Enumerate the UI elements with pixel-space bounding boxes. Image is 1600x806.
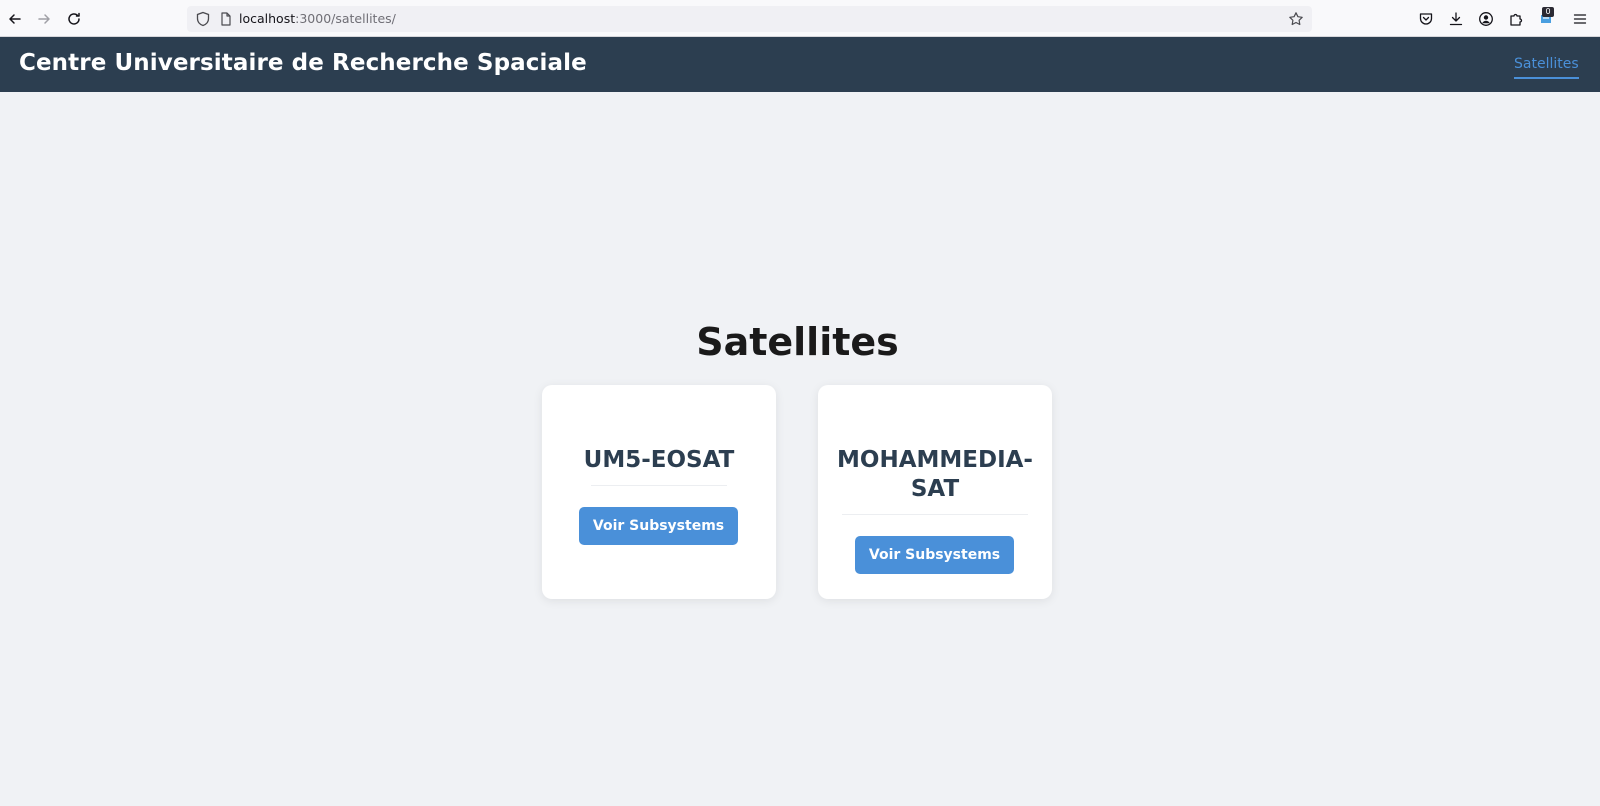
view-subsystems-button[interactable]: Voir Subsystems (579, 507, 738, 545)
account-button[interactable] (1476, 9, 1496, 29)
address-bar[interactable]: localhost:3000/satellites/ (187, 6, 1312, 32)
puzzle-icon (1510, 13, 1523, 26)
nav-link-satellites[interactable]: Satellites (1514, 56, 1579, 79)
site-title[interactable]: Centre Universitaire de Recherche Spacia… (19, 50, 587, 76)
satellite-card: MOHAMMEDIA- SAT Voir Subsystems (818, 385, 1052, 599)
card-divider (842, 514, 1028, 515)
satellite-card: UM5-EOSAT Voir Subsystems (542, 385, 776, 599)
satellite-name-line1: MOHAMMEDIA- (837, 447, 1033, 473)
reload-button[interactable] (62, 8, 86, 30)
satellite-name: MOHAMMEDIA- SAT (818, 446, 1052, 504)
url-text[interactable]: localhost:3000/satellites/ (239, 11, 396, 26)
satellite-name-line2: SAT (910, 476, 960, 502)
reload-icon (68, 12, 80, 25)
hamburger-menu-icon (1573, 14, 1587, 24)
view-subsystems-button[interactable]: Voir Subsystems (855, 536, 1014, 574)
extension-badge: 0 (1542, 7, 1554, 17)
pocket-icon (1419, 13, 1433, 25)
pocket-button[interactable] (1416, 9, 1436, 29)
back-button[interactable] (3, 8, 27, 30)
forward-button[interactable] (32, 8, 56, 30)
account-icon (1479, 12, 1493, 26)
satellite-name: UM5-EOSAT (583, 447, 735, 473)
app-header: Centre Universitaire de Recherche Spacia… (0, 37, 1600, 92)
url-host: localhost (239, 11, 296, 26)
page-icon[interactable] (218, 11, 234, 27)
extensions-button[interactable] (1506, 9, 1526, 29)
downloads-button[interactable] (1446, 9, 1466, 29)
bookmark-star-icon[interactable] (1288, 11, 1304, 27)
shield-icon[interactable] (195, 11, 211, 27)
menu-button[interactable] (1570, 9, 1590, 29)
browser-toolbar: localhost:3000/satellites/ 0 (0, 0, 1600, 37)
url-path: :3000/satellites/ (295, 11, 396, 26)
back-arrow-icon (9, 14, 21, 24)
card-divider (591, 485, 727, 486)
forward-arrow-icon (38, 14, 50, 24)
page-title: Satellites (696, 320, 899, 364)
download-icon (1449, 12, 1463, 26)
